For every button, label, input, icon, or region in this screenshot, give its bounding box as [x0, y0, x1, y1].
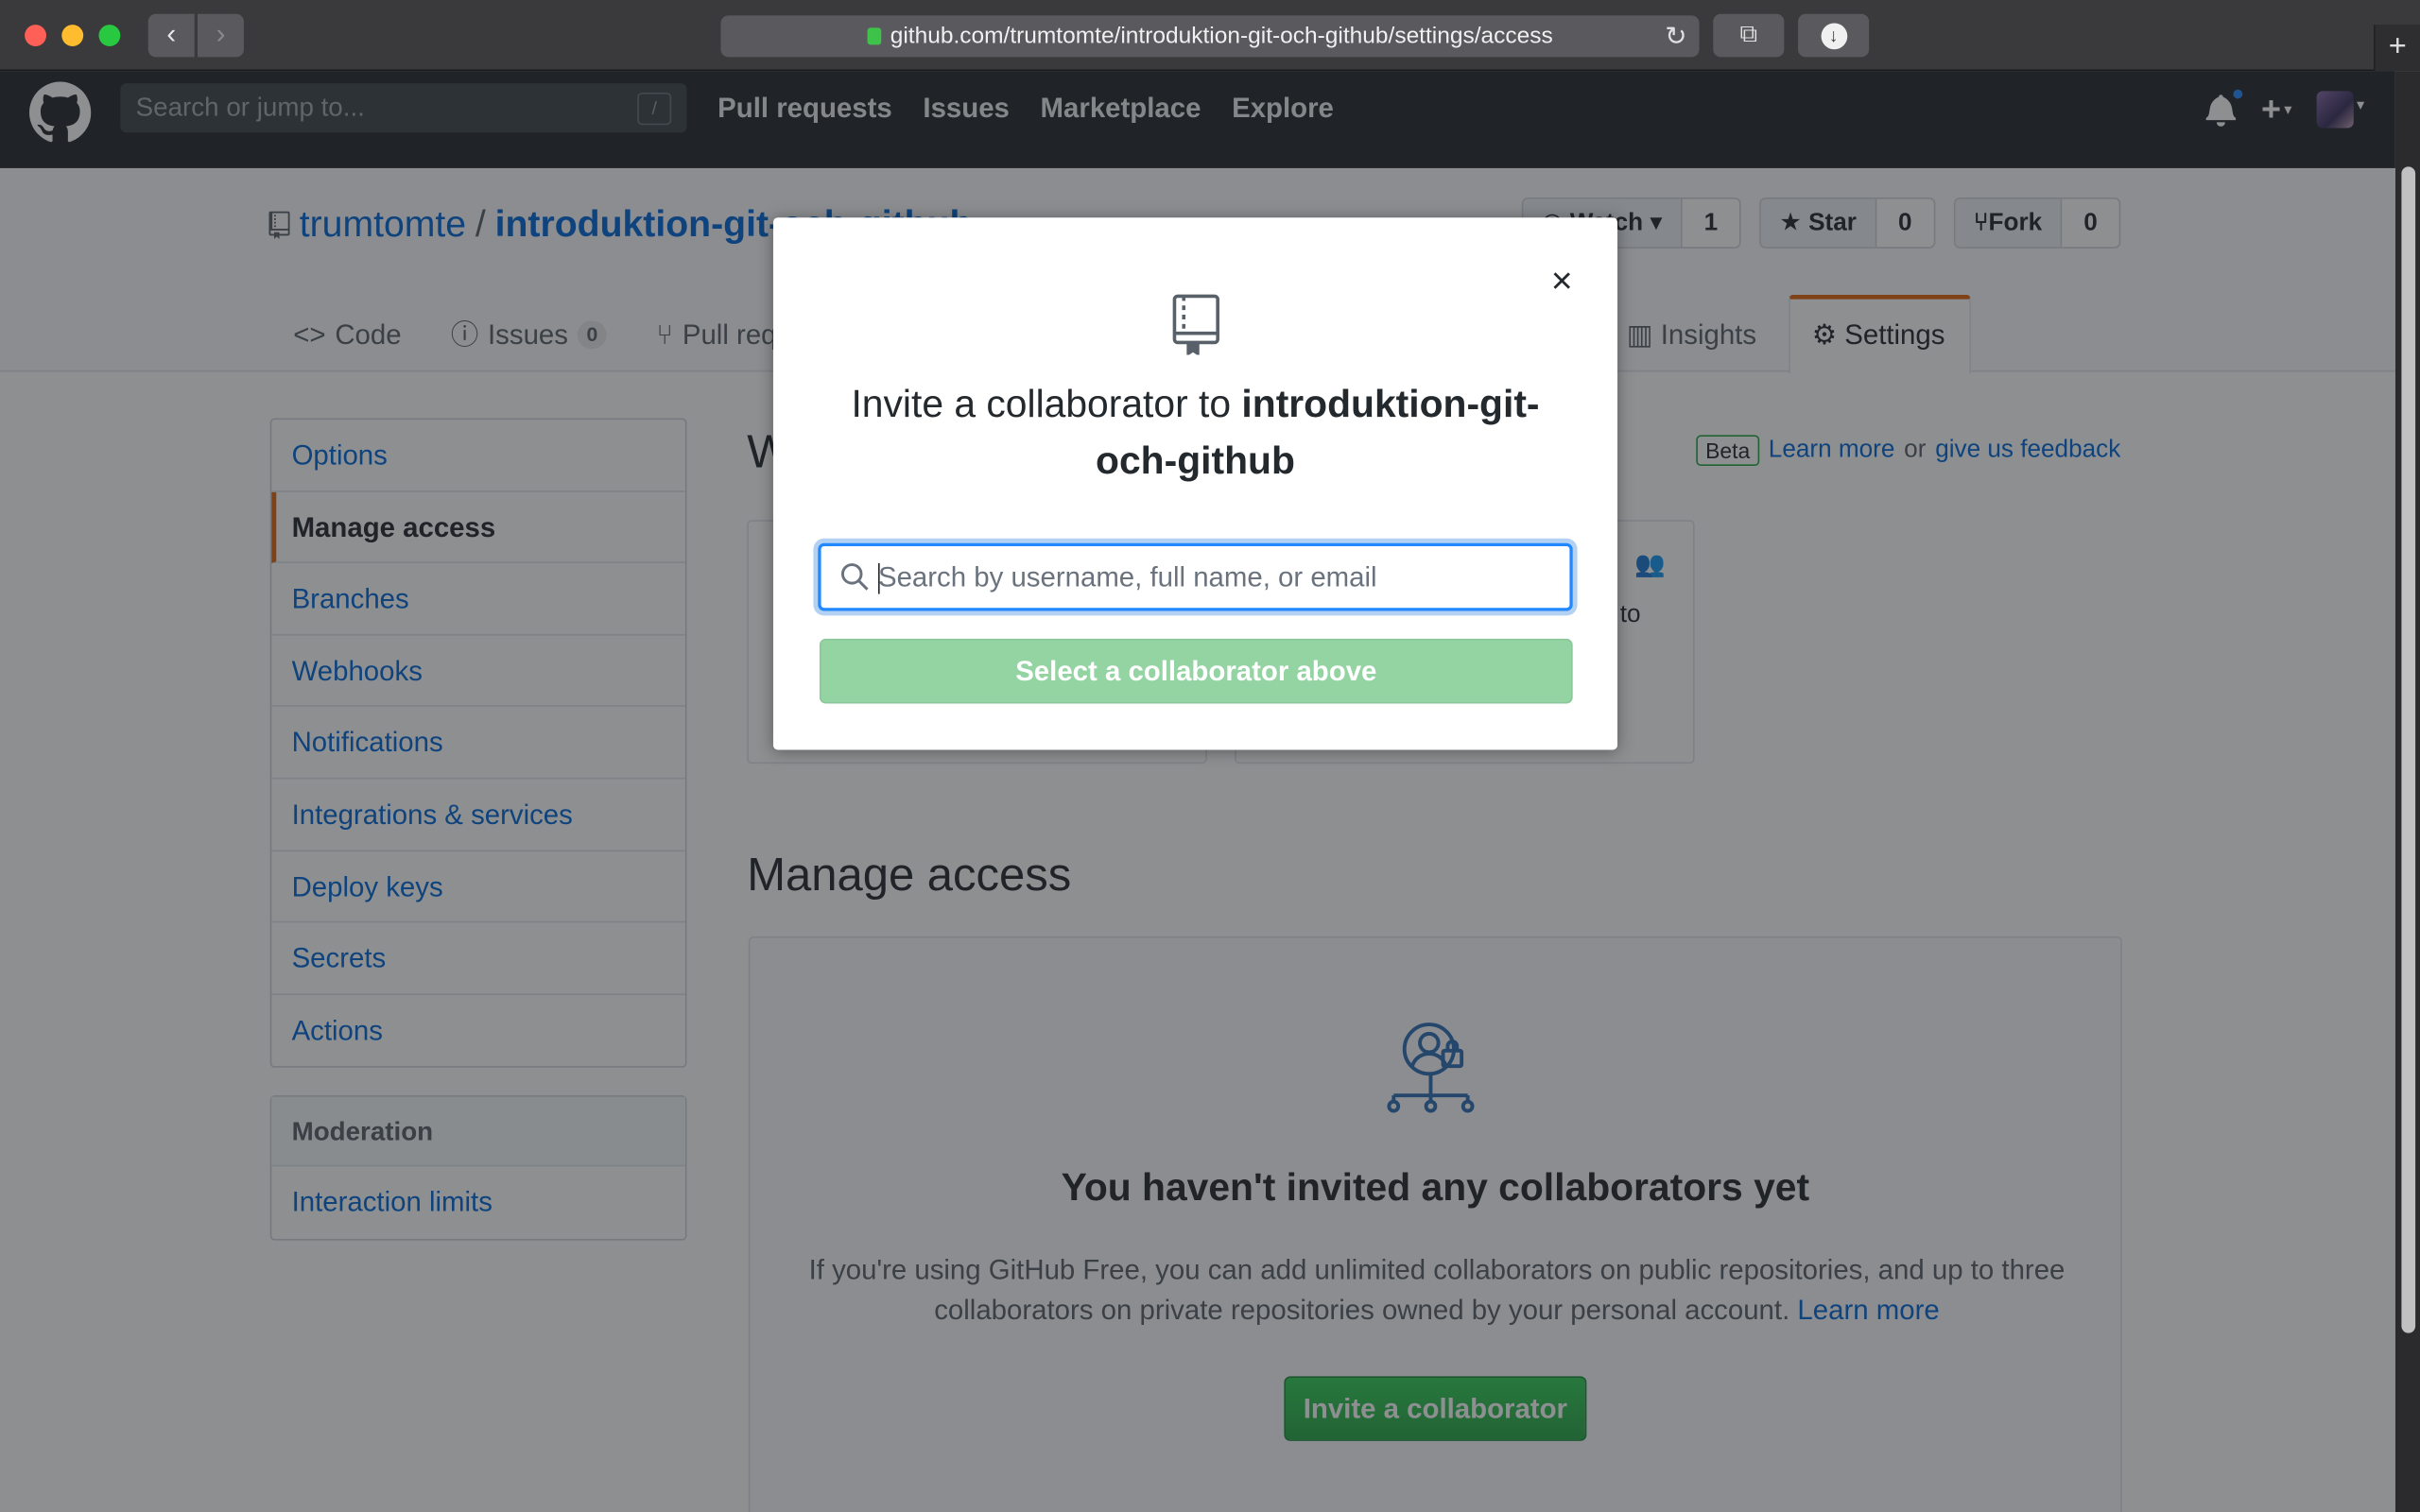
text-cursor — [877, 562, 880, 594]
page-scrollbar[interactable] — [2394, 71, 2420, 1512]
forward-button[interactable]: › — [197, 13, 244, 58]
new-tab-button[interactable]: + — [2374, 25, 2420, 72]
browser-toolbar: ‹ › github.com/trumtomte/introduktion-gi… — [0, 0, 2420, 72]
lock-icon — [867, 27, 881, 45]
url-text: github.com/trumtomte/introduktion-git-oc… — [890, 23, 1553, 50]
back-button[interactable]: ‹ — [147, 13, 195, 58]
select-collaborator-button[interactable]: Select a collaborator above — [819, 638, 1573, 704]
download-icon: ↓ — [1820, 23, 1847, 50]
address-bar[interactable]: github.com/trumtomte/introduktion-git-oc… — [720, 15, 1700, 58]
downloads-button[interactable]: ↓ — [1798, 13, 1870, 58]
dialog-title: Invite a collaborator to introduktion-gi… — [835, 376, 1555, 490]
tabs-overview-button[interactable]: ⧉ — [1713, 13, 1785, 58]
minimize-window-button[interactable] — [61, 25, 84, 46]
collaborator-search-input[interactable] — [877, 552, 1558, 602]
collaborator-search-field[interactable] — [818, 542, 1573, 611]
reload-icon[interactable]: ↻ — [1665, 15, 1686, 57]
repo-icon — [1172, 294, 1219, 355]
dialog-title-prefix: Invite a collaborator to — [851, 382, 1232, 426]
close-window-button[interactable] — [25, 25, 46, 46]
invite-collaborator-dialog: × Invite a collaborator to introduktion-… — [772, 217, 1618, 750]
close-icon[interactable]: × — [1544, 263, 1581, 301]
search-icon — [840, 563, 869, 591]
scroll-thumb[interactable] — [2401, 166, 2416, 1333]
maximize-window-button[interactable] — [98, 25, 121, 46]
